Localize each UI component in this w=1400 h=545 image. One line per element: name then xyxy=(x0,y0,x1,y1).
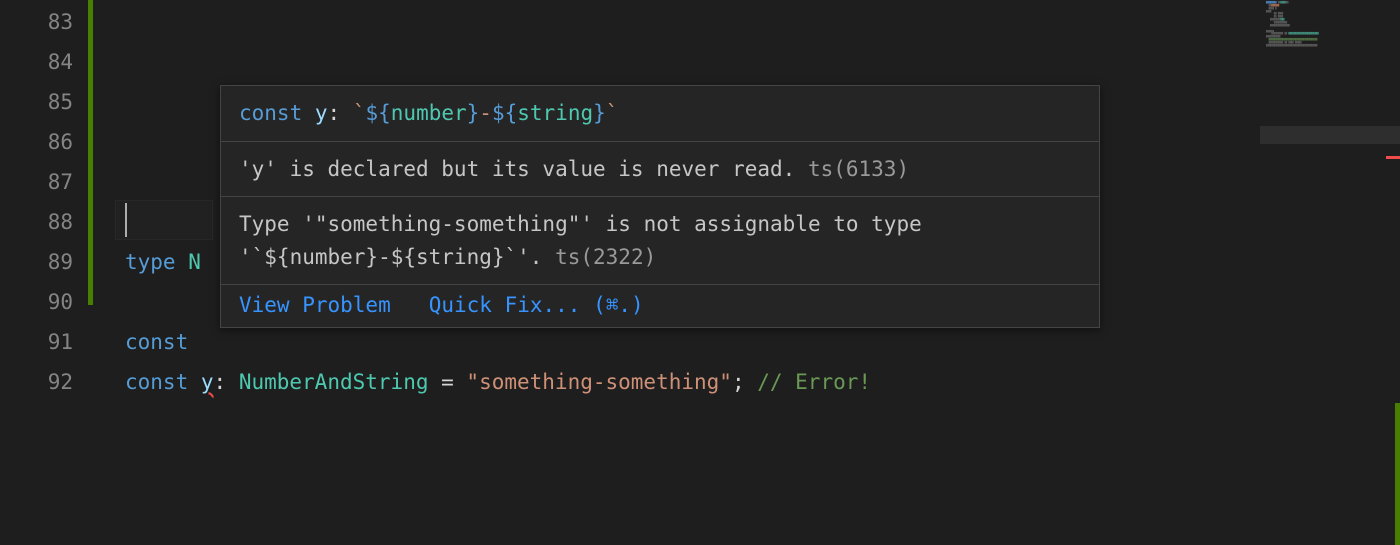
line-number: 85 xyxy=(0,82,95,122)
view-problem-link[interactable]: View Problem xyxy=(239,293,391,317)
diagnostic-code: ts(6133) xyxy=(808,157,909,181)
hover-tooltip[interactable]: const y: `${number}-${string}` 'y' is de… xyxy=(220,85,1100,328)
hover-actions-bar: View Problem Quick Fix... (⌘.) xyxy=(221,285,1099,327)
line-number: 90 xyxy=(0,282,95,322)
equals: = xyxy=(428,370,466,394)
type-identifier: N xyxy=(188,250,201,274)
diagnostic-message-line1: Type '"something-something"' is not assi… xyxy=(239,212,922,236)
hover-diagnostic-1: 'y' is declared but its value is never r… xyxy=(221,142,1099,198)
colon: : xyxy=(214,370,239,394)
type-annotation: NumberAndString xyxy=(239,370,429,394)
diagnostic-message-line2: '`${number}-${string}`'. xyxy=(239,245,542,269)
diagnostic-code: ts(2322) xyxy=(555,245,656,269)
minimap-error-marker[interactable] xyxy=(1386,156,1400,159)
minimap-viewport-slider[interactable] xyxy=(1260,126,1400,144)
line-number: 87 xyxy=(0,162,95,202)
string-literal: "something-something" xyxy=(466,370,732,394)
line-number: 89 xyxy=(0,242,95,282)
keyword-const: const xyxy=(125,330,188,354)
gutter: 83 84 85 86 87 88 89 90 91 92 xyxy=(0,0,95,545)
line-number: 84 xyxy=(0,42,95,82)
variable-name: y xyxy=(315,101,328,125)
code-line-92[interactable]: const y: NumberAndString = "something-so… xyxy=(95,362,1400,402)
keyword-const: const xyxy=(239,101,302,125)
keyboard-shortcut: (⌘.) xyxy=(593,293,644,317)
line-number: 86 xyxy=(0,122,95,162)
variable-y: y xyxy=(201,370,214,394)
gutter-change-marker xyxy=(88,0,93,305)
line-number: 83 xyxy=(0,2,95,42)
line-number: 88 xyxy=(0,202,95,242)
code-line-83[interactable] xyxy=(95,2,1400,42)
keyword-const: const xyxy=(125,370,188,394)
minimap-content: ████████ ████████ ████████ ████ █ ████ █… xyxy=(1260,0,1400,50)
hover-signature: const y: `${number}-${string}` xyxy=(221,86,1099,142)
keyword-type: type xyxy=(125,250,176,274)
semicolon: ; xyxy=(732,370,757,394)
code-line-84[interactable] xyxy=(95,42,1400,82)
hover-diagnostic-2: Type '"something-something"' is not assi… xyxy=(221,197,1099,285)
minimap[interactable]: ████████ ████████ ████████ ████ █ ████ █… xyxy=(1260,0,1400,545)
diagnostic-message: 'y' is declared but its value is never r… xyxy=(239,157,795,181)
quick-fix-link[interactable]: Quick Fix... (⌘.) xyxy=(429,293,644,317)
line-number: 91 xyxy=(0,322,95,362)
line-number: 92 xyxy=(0,362,95,402)
minimap-change-marker xyxy=(1395,403,1400,545)
comment: // Error! xyxy=(757,370,871,394)
